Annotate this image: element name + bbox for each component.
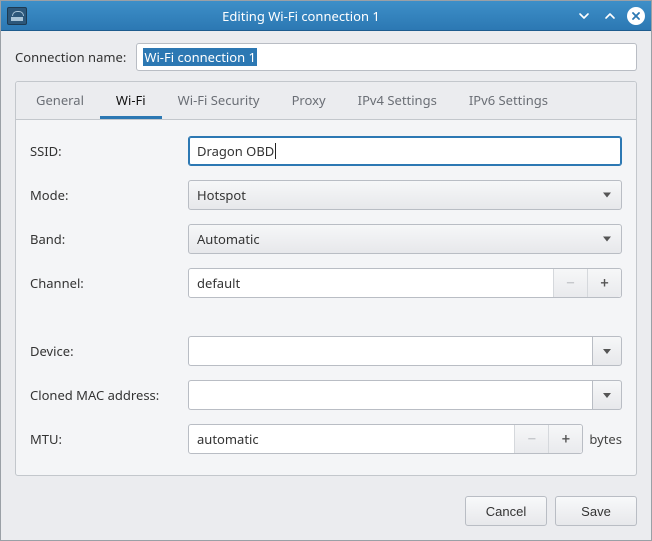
device-dropdown-button[interactable] bbox=[592, 336, 622, 366]
chevron-down-icon bbox=[603, 237, 611, 242]
dialog-footer: Cancel Save bbox=[1, 486, 651, 540]
wifi-tab-page: SSID: Dragon OBD Mode: Hotspot Band: Aut… bbox=[16, 120, 636, 474]
mtu-label: MTU: bbox=[30, 430, 180, 448]
tab-proxy[interactable]: Proxy bbox=[276, 82, 342, 119]
band-select[interactable]: Automatic bbox=[188, 224, 622, 254]
chevron-up-icon bbox=[603, 9, 617, 23]
mtu-unit: bytes bbox=[589, 430, 622, 448]
channel-value: default bbox=[189, 269, 553, 297]
connection-name-input[interactable]: Wi-Fi connection 1 bbox=[136, 43, 637, 71]
titlebar: Editing Wi-Fi connection 1 bbox=[1, 1, 651, 31]
mtu-row: automatic − + bytes bbox=[188, 424, 622, 454]
chevron-down-icon bbox=[603, 349, 611, 354]
mode-label: Mode: bbox=[30, 186, 180, 204]
maximize-button[interactable] bbox=[601, 7, 619, 25]
connection-name-row: Connection name: Wi-Fi connection 1 bbox=[15, 43, 637, 71]
device-entry[interactable] bbox=[188, 336, 592, 366]
content-area: Connection name: Wi-Fi connection 1 Gene… bbox=[1, 31, 651, 486]
channel-row: default − + bbox=[188, 268, 622, 298]
band-value: Automatic bbox=[197, 230, 260, 248]
tab-wifi[interactable]: Wi-Fi bbox=[100, 82, 162, 119]
close-button[interactable] bbox=[627, 7, 645, 25]
save-button[interactable]: Save bbox=[555, 496, 637, 526]
tab-wifi-security[interactable]: Wi-Fi Security bbox=[162, 82, 276, 119]
device-label: Device: bbox=[30, 342, 180, 360]
channel-label: Channel: bbox=[30, 274, 180, 292]
mtu-increment[interactable]: + bbox=[548, 425, 582, 453]
window: Editing Wi-Fi connection 1 bbox=[0, 0, 652, 541]
text-cursor bbox=[275, 143, 276, 159]
chevron-down-icon bbox=[577, 9, 591, 23]
connection-name-value: Wi-Fi connection 1 bbox=[143, 48, 257, 66]
close-icon bbox=[630, 10, 642, 22]
window-title: Editing Wi-Fi connection 1 bbox=[27, 7, 575, 25]
mode-select[interactable]: Hotspot bbox=[188, 180, 622, 210]
channel-increment[interactable]: + bbox=[587, 269, 621, 297]
cloned-mac-label: Cloned MAC address: bbox=[30, 386, 180, 404]
chevron-down-icon bbox=[603, 393, 611, 398]
mtu-value: automatic bbox=[189, 425, 514, 453]
ssid-input[interactable]: Dragon OBD bbox=[188, 136, 622, 166]
connection-name-label: Connection name: bbox=[15, 48, 126, 66]
tab-notebook: General Wi-Fi Wi-Fi Security Proxy IPv4 … bbox=[15, 81, 637, 476]
device-combo[interactable] bbox=[188, 336, 622, 366]
channel-decrement[interactable]: − bbox=[553, 269, 587, 297]
minimize-button[interactable] bbox=[575, 7, 593, 25]
cloned-mac-entry[interactable] bbox=[188, 380, 592, 410]
channel-spin[interactable]: default − + bbox=[188, 268, 622, 298]
cancel-button[interactable]: Cancel bbox=[465, 496, 547, 526]
tab-ipv4-settings[interactable]: IPv4 Settings bbox=[342, 82, 453, 119]
ssid-label: SSID: bbox=[30, 142, 180, 160]
tab-general[interactable]: General bbox=[20, 82, 100, 119]
app-icon bbox=[7, 7, 27, 25]
ssid-value: Dragon OBD bbox=[197, 142, 274, 160]
cloned-mac-combo[interactable] bbox=[188, 380, 622, 410]
chevron-down-icon bbox=[603, 193, 611, 198]
mode-value: Hotspot bbox=[197, 186, 246, 204]
band-label: Band: bbox=[30, 230, 180, 248]
cloned-mac-dropdown-button[interactable] bbox=[592, 380, 622, 410]
mtu-decrement[interactable]: − bbox=[514, 425, 548, 453]
spacer bbox=[30, 312, 622, 322]
tab-bar: General Wi-Fi Wi-Fi Security Proxy IPv4 … bbox=[16, 82, 636, 120]
tab-ipv6-settings[interactable]: IPv6 Settings bbox=[453, 82, 564, 119]
mtu-spin[interactable]: automatic − + bbox=[188, 424, 583, 454]
